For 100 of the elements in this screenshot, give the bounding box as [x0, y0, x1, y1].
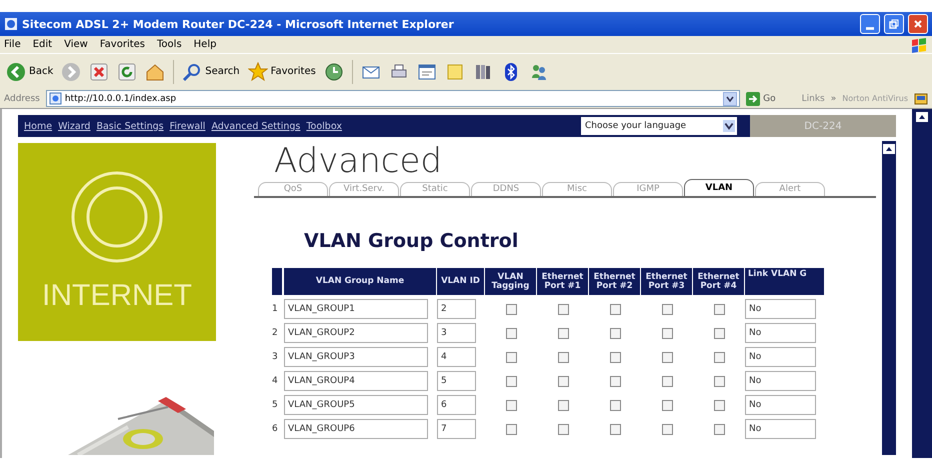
checkbox[interactable] — [506, 352, 516, 362]
close-button[interactable] — [908, 14, 928, 34]
column-header: Ethernet Port #3 — [641, 268, 693, 295]
address-label: Address — [4, 94, 40, 104]
column-header: Ethernet Port #1 — [537, 268, 589, 295]
checkbox[interactable] — [714, 352, 724, 362]
checkbox[interactable] — [610, 376, 620, 386]
language-dropdown[interactable]: Choose your language — [580, 116, 738, 136]
text-field[interactable]: VLAN_GROUP5 — [284, 395, 428, 415]
text-field[interactable]: VLAN_GROUP6 — [284, 419, 428, 439]
text-field[interactable]: VLAN_GROUP3 — [284, 347, 428, 367]
tab[interactable]: VLAN — [684, 179, 754, 196]
search-icon — [182, 62, 202, 82]
checkbox[interactable] — [558, 352, 568, 362]
row-number: 2 — [272, 328, 279, 338]
row-number: 6 — [272, 424, 279, 434]
text-field[interactable]: No — [745, 395, 816, 415]
go-button[interactable]: Go — [746, 92, 776, 106]
address-field[interactable]: http://10.0.0.1/index.asp — [46, 90, 740, 107]
scrollbar[interactable] — [912, 109, 932, 458]
chevron-icon[interactable]: » — [830, 94, 836, 104]
scroll-up-icon — [882, 143, 896, 155]
text-field[interactable]: No — [745, 347, 816, 367]
stop-icon[interactable] — [89, 62, 110, 82]
go-arrow-icon — [746, 92, 760, 106]
text-field[interactable]: No — [745, 323, 816, 343]
checkbox[interactable] — [558, 328, 568, 338]
checkbox[interactable] — [714, 400, 724, 410]
checkbox[interactable] — [506, 328, 516, 338]
menu-item[interactable]: File — [4, 39, 21, 50]
text-field[interactable]: 4 — [437, 347, 476, 367]
checkbox[interactable] — [662, 352, 672, 362]
checkbox[interactable] — [558, 376, 568, 386]
home-icon[interactable] — [145, 62, 166, 82]
text-field[interactable]: 3 — [437, 323, 476, 343]
checkbox[interactable] — [610, 400, 620, 410]
checkbox[interactable] — [558, 304, 568, 314]
column-header: Ethernet Port #2 — [589, 268, 641, 295]
brand-label: INTERNET — [42, 279, 192, 313]
nav-link[interactable]: Toolbox — [306, 120, 342, 132]
menu-item[interactable]: View — [64, 39, 88, 50]
checkbox[interactable] — [558, 424, 568, 434]
menu-item[interactable]: Tools — [157, 39, 182, 50]
windows-flag-icon — [910, 36, 928, 52]
column-header: Link VLAN G — [745, 268, 825, 295]
text-field[interactable]: VLAN_GROUP1 — [284, 299, 428, 319]
favorites-button[interactable]: Favorites — [248, 62, 316, 82]
star-icon — [248, 62, 268, 82]
nav-link[interactable]: Basic Settings — [96, 120, 164, 132]
checkbox[interactable] — [714, 304, 724, 314]
refresh-icon[interactable] — [117, 62, 138, 82]
menu-item[interactable]: Help — [194, 39, 216, 50]
section-title: VLAN Group Control — [304, 230, 518, 252]
checkbox[interactable] — [610, 424, 620, 434]
text-field[interactable]: 6 — [437, 395, 476, 415]
text-field[interactable]: No — [745, 419, 816, 439]
checkbox[interactable] — [714, 424, 724, 434]
checkbox[interactable] — [610, 304, 620, 314]
nav-link[interactable]: Firewall — [170, 120, 206, 132]
minimize-icon — [866, 26, 874, 30]
edit-icon[interactable] — [416, 62, 437, 82]
column-header: VLAN ID — [437, 268, 485, 295]
checkbox[interactable] — [662, 304, 672, 314]
dropdown-arrow-icon — [723, 120, 735, 132]
checkbox[interactable] — [662, 424, 672, 434]
checkbox[interactable] — [714, 376, 724, 386]
nav-link[interactable]: Wizard — [58, 120, 90, 132]
forward-button[interactable] — [61, 62, 82, 82]
maximize-button[interactable] — [884, 14, 904, 34]
text-field[interactable]: 5 — [437, 371, 476, 391]
menu-item[interactable]: Favorites — [100, 39, 146, 50]
text-field[interactable]: VLAN_GROUP2 — [284, 323, 428, 343]
antivirus-icon[interactable] — [914, 92, 928, 106]
text-field[interactable]: 7 — [437, 419, 476, 439]
checkbox[interactable] — [714, 328, 724, 338]
minimize-button[interactable] — [860, 14, 880, 34]
restore-icon — [889, 19, 899, 29]
model-label: DC-224 — [750, 115, 896, 137]
search-button[interactable]: Search — [182, 62, 240, 82]
back-button[interactable]: Back — [6, 62, 54, 82]
history-icon[interactable] — [324, 62, 344, 82]
text-field[interactable]: 2 — [437, 299, 476, 319]
menu-item[interactable]: Edit — [32, 39, 52, 50]
note-icon[interactable] — [444, 62, 465, 82]
checkbox[interactable] — [610, 352, 620, 362]
checkbox[interactable] — [662, 400, 672, 410]
text-field[interactable]: No — [745, 299, 816, 319]
text-field[interactable]: VLAN_GROUP4 — [284, 371, 428, 391]
checkbox[interactable] — [506, 424, 516, 434]
nav-link[interactable]: Advanced Settings — [211, 120, 300, 132]
nav-link[interactable]: Home — [24, 120, 52, 132]
checkbox[interactable] — [662, 328, 672, 338]
checkbox[interactable] — [506, 304, 516, 314]
checkbox[interactable] — [558, 400, 568, 410]
checkbox[interactable] — [662, 376, 672, 386]
checkbox[interactable] — [506, 376, 516, 386]
text-field[interactable]: No — [745, 371, 816, 391]
scrollbar[interactable] — [882, 141, 896, 455]
checkbox[interactable] — [506, 400, 516, 410]
checkbox[interactable] — [610, 328, 620, 338]
